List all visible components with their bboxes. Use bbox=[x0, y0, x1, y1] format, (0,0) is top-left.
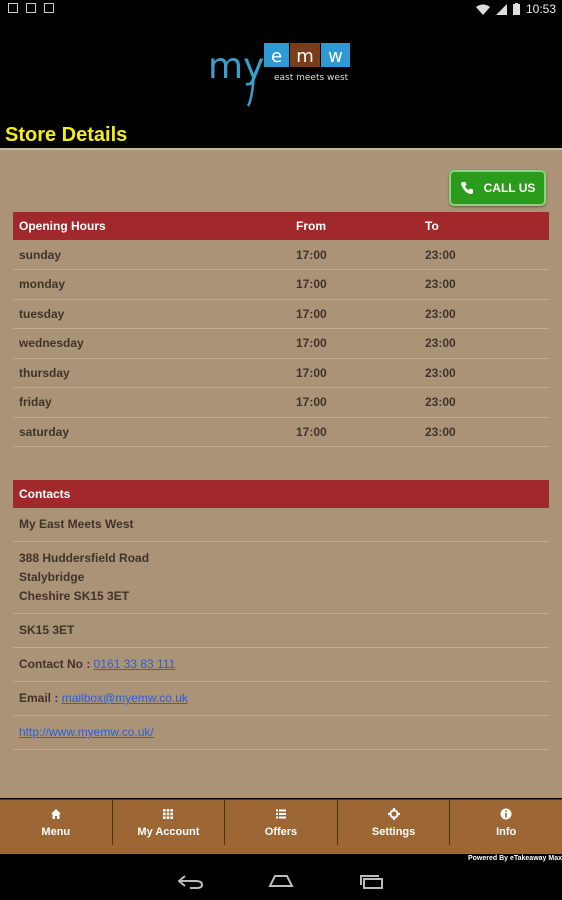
table-header-row: Opening Hours From To bbox=[13, 212, 549, 240]
to-cell: 23:00 bbox=[419, 328, 549, 359]
tab-my-account[interactable]: My Account bbox=[113, 800, 226, 845]
contact-label: Contact No : bbox=[19, 657, 91, 671]
email-row: Email : mailbox@myemw.co.uk bbox=[13, 682, 549, 716]
logo-my-text: my bbox=[208, 46, 264, 87]
day-cell: saturday bbox=[13, 417, 290, 447]
barcode-notification-icon bbox=[26, 3, 36, 13]
table-row: friday 17:00 23:00 bbox=[13, 387, 549, 418]
address-line: 388 Huddersfield Road bbox=[19, 551, 150, 565]
header-to: To bbox=[419, 212, 549, 240]
from-cell: 17:00 bbox=[290, 299, 419, 329]
website-link[interactable]: http://www.myemw.co.uk/ bbox=[19, 725, 154, 739]
from-cell: 17:00 bbox=[290, 358, 419, 388]
myemw-logo: my e m w east meets west bbox=[208, 43, 350, 107]
clock: 10:53 bbox=[525, 2, 556, 16]
tab-settings-label: Settings bbox=[371, 825, 416, 838]
app-header: my e m w east meets west bbox=[0, 18, 562, 118]
from-cell: 17:00 bbox=[290, 417, 419, 447]
to-cell: 23:00 bbox=[419, 358, 549, 388]
wifi-icon bbox=[475, 4, 490, 15]
table-row: thursday 17:00 23:00 bbox=[13, 358, 549, 388]
bottom-tab-bar: Menu My Account Offers Settings Info bbox=[0, 799, 562, 845]
call-us-button[interactable]: CALL US bbox=[449, 170, 546, 206]
table-row: tuesday 17:00 23:00 bbox=[13, 299, 549, 329]
to-cell: 23:00 bbox=[419, 417, 549, 447]
tab-menu-label: Menu bbox=[41, 825, 71, 838]
day-cell: thursday bbox=[13, 358, 290, 388]
info-icon bbox=[500, 808, 512, 819]
to-cell: 23:00 bbox=[419, 299, 549, 329]
opening-hours-table: Opening Hours From To sunday 17:00 23:00… bbox=[13, 212, 549, 447]
logo-letter-e: e bbox=[271, 46, 282, 67]
store-name: My East Meets West bbox=[13, 508, 549, 542]
contacts-header: Contacts bbox=[13, 480, 549, 508]
day-cell: sunday bbox=[13, 240, 290, 270]
email-link[interactable]: mailbox@myemw.co.uk bbox=[62, 691, 188, 705]
table-row: saturday 17:00 23:00 bbox=[13, 417, 549, 447]
day-cell: tuesday bbox=[13, 299, 290, 329]
to-cell: 23:00 bbox=[419, 240, 549, 270]
tab-info[interactable]: Info bbox=[450, 800, 562, 845]
day-cell: friday bbox=[13, 387, 290, 418]
to-cell: 23:00 bbox=[419, 269, 549, 300]
address-line: Cheshire SK15 3ET bbox=[19, 589, 130, 603]
table-row: wednesday 17:00 23:00 bbox=[13, 328, 549, 359]
system-navigation-bar bbox=[0, 865, 562, 900]
gallery-notification-icon bbox=[44, 3, 54, 13]
list-icon bbox=[275, 809, 286, 818]
day-cell: monday bbox=[13, 269, 290, 300]
contact-number-row: Contact No : 0161 33 83 111 bbox=[13, 648, 549, 682]
powered-by-text: Powered By eTakeaway Max bbox=[467, 855, 562, 862]
day-cell: wednesday bbox=[13, 328, 290, 359]
home-nav-icon[interactable] bbox=[268, 875, 294, 887]
website-row: http://www.myemw.co.uk/ bbox=[13, 716, 549, 750]
back-icon[interactable] bbox=[178, 875, 204, 889]
table-row: monday 17:00 23:00 bbox=[13, 269, 549, 300]
logo-letter-m: m bbox=[296, 46, 314, 67]
to-cell: 23:00 bbox=[419, 387, 549, 418]
image-notification-icon bbox=[8, 3, 18, 13]
from-cell: 17:00 bbox=[290, 240, 419, 270]
header-from: From bbox=[290, 212, 419, 240]
tab-menu[interactable]: Menu bbox=[0, 800, 113, 845]
title-bar: Store Details bbox=[0, 118, 562, 150]
from-cell: 17:00 bbox=[290, 269, 419, 300]
logo-letter-w: w bbox=[328, 46, 343, 67]
contacts-section: Contacts My East Meets West 388 Huddersf… bbox=[13, 480, 549, 750]
from-cell: 17:00 bbox=[290, 328, 419, 359]
powered-by-bar: Powered By eTakeaway Max bbox=[0, 845, 562, 865]
phone-link[interactable]: 0161 33 83 111 bbox=[94, 657, 176, 671]
store-details-content: CALL US Opening Hours From To sunday 17:… bbox=[0, 150, 562, 798]
tab-offers-label: Offers bbox=[264, 825, 298, 838]
call-us-label: CALL US bbox=[483, 181, 536, 195]
tab-offers[interactable]: Offers bbox=[225, 800, 338, 845]
status-bar: 10:53 bbox=[0, 0, 562, 18]
grid-icon bbox=[163, 808, 174, 819]
tab-info-label: Info bbox=[496, 825, 517, 838]
logo-tagline: east meets west bbox=[274, 73, 349, 83]
gear-icon bbox=[387, 807, 400, 820]
phone-icon bbox=[460, 182, 473, 194]
battery-icon bbox=[512, 3, 520, 15]
tab-settings[interactable]: Settings bbox=[338, 800, 451, 845]
store-postcode: SK15 3ET bbox=[13, 614, 549, 648]
header-opening-hours: Opening Hours bbox=[13, 212, 290, 240]
address-line: Stalybridge bbox=[19, 570, 85, 584]
home-icon bbox=[50, 808, 61, 819]
page-title: Store Details bbox=[5, 124, 128, 146]
tab-my-account-label: My Account bbox=[137, 825, 200, 838]
recent-apps-icon[interactable] bbox=[359, 875, 385, 889]
email-label: Email : bbox=[19, 691, 59, 705]
from-cell: 17:00 bbox=[290, 387, 419, 418]
store-address: 388 Huddersfield Road Stalybridge Cheshi… bbox=[13, 542, 549, 614]
signal-icon bbox=[495, 3, 507, 15]
table-row: sunday 17:00 23:00 bbox=[13, 240, 549, 270]
